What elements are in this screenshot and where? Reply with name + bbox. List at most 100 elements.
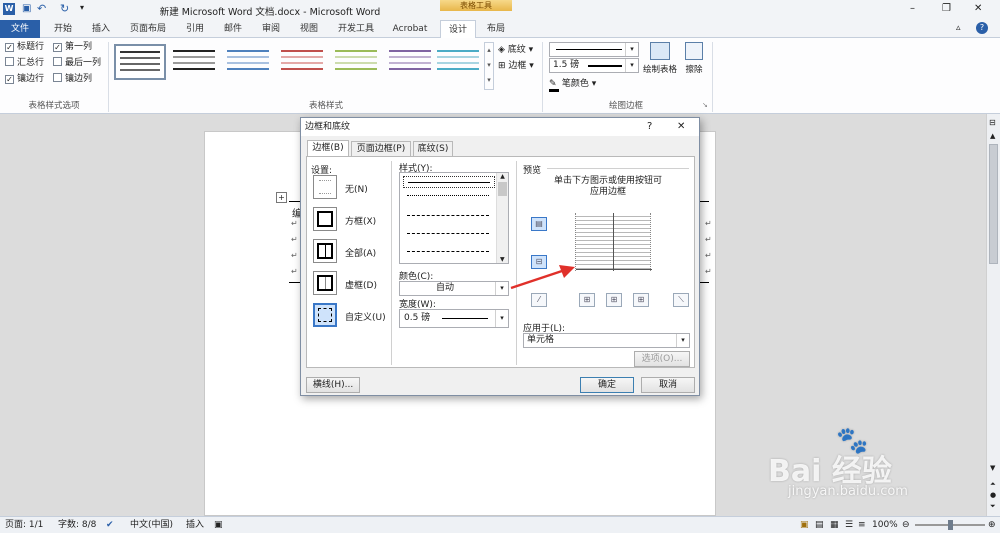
color-dropdown[interactable]: 自动 ▾ [399, 281, 509, 296]
print-layout-icon[interactable]: ▣ [800, 517, 809, 533]
scroll-down-icon[interactable]: ▼ [990, 464, 995, 472]
tab-view[interactable]: 视图 [290, 20, 328, 38]
pen-style-dropdown[interactable]: ▾ [549, 42, 639, 57]
line-style-solid[interactable] [403, 176, 495, 188]
line-style-dash-dot[interactable] [407, 251, 489, 252]
setting-box-button[interactable] [313, 207, 337, 231]
zoom-slider-thumb[interactable] [948, 520, 953, 530]
browse-object-icon[interactable]: ● [990, 491, 996, 499]
top-border-button[interactable]: ▤ [531, 217, 547, 231]
banded-rows-checkbox[interactable]: ✓ 镶边行 [5, 72, 44, 86]
tab-file[interactable]: 文件 [0, 20, 40, 38]
tab-review[interactable]: 审阅 [252, 20, 290, 38]
zoom-slider[interactable] [915, 520, 985, 530]
eraser-button[interactable]: 擦除 [681, 42, 707, 75]
line-style-dashed[interactable] [407, 233, 489, 234]
dialog-help-button[interactable]: ? [647, 118, 652, 136]
draw-table-button[interactable]: 绘制表格 [642, 42, 678, 75]
macro-record-icon[interactable]: ▣ [214, 517, 223, 533]
outline-icon[interactable]: ☰ [845, 517, 853, 533]
table-style-swatch-blue[interactable] [222, 44, 274, 80]
dialog-launcher-icon[interactable]: ↘ [702, 101, 708, 109]
width-dropdown[interactable]: 0.5 磅 ▾ [399, 309, 509, 328]
tab-page-layout[interactable]: 页面布局 [120, 20, 176, 38]
prev-page-icon[interactable]: ⏶ [990, 480, 996, 489]
horizontal-line-button[interactable]: 横线(H)... [306, 377, 360, 393]
setting-custom-button[interactable] [313, 303, 337, 327]
tab-home[interactable]: 开始 [44, 20, 82, 38]
tab-shading[interactable]: 底纹(S) [413, 141, 453, 156]
undo-icon[interactable]: ↶ [37, 2, 46, 15]
insert-mode[interactable]: 插入 [186, 517, 204, 533]
right-border-button[interactable]: ⊞ [633, 293, 649, 307]
options-button[interactable]: 选项(O)... [634, 351, 690, 367]
ruler-toggle-icon[interactable]: ⊟ [989, 118, 996, 127]
diagonal-border-button[interactable]: ⟍ [673, 293, 689, 307]
pen-color-button[interactable]: ✎ 笔颜色 ▾ [549, 76, 596, 92]
shading-button[interactable]: ◈ 底纹 ▾ [498, 42, 533, 55]
table-style-swatch-purple[interactable] [384, 44, 436, 80]
full-screen-reading-icon[interactable]: ▤ [815, 517, 824, 533]
quick-access-dropdown-icon[interactable]: ▾ [80, 3, 84, 12]
zoom-out-icon[interactable]: ⊖ [902, 517, 910, 533]
line-style-list[interactable]: ▲ ▼ [399, 172, 509, 264]
vertical-scrollbar[interactable]: ⊟ ▲ ▼ ⏶ ● ⏷ [986, 114, 1000, 516]
left-border-button[interactable]: ⊞ [579, 293, 595, 307]
tab-page-border[interactable]: 页面边框(P) [351, 141, 411, 156]
help-icon[interactable]: ? [976, 22, 988, 34]
setting-grid-button[interactable] [313, 271, 337, 295]
setting-all-button[interactable] [313, 239, 337, 263]
pen-weight-dropdown[interactable]: 1.5 磅 ▾ [549, 58, 639, 73]
tab-references[interactable]: 引用 [176, 20, 214, 38]
style-list-scrollbar[interactable]: ▲ ▼ [496, 173, 508, 263]
close-button[interactable]: ✕ [974, 3, 982, 14]
apply-to-dropdown[interactable]: 单元格 ▾ [523, 333, 690, 348]
paragraph-mark: ↵ [705, 251, 712, 260]
banded-columns-checkbox[interactable]: 镶边列 [53, 72, 92, 86]
header-row-checkbox[interactable]: ✓ 标题行 [5, 40, 44, 54]
tab-acrobat[interactable]: Acrobat [384, 20, 436, 38]
minimize-button[interactable]: – [910, 3, 915, 14]
zoom-level[interactable]: 100% [872, 517, 898, 533]
scroll-up-icon[interactable]: ▲ [990, 132, 995, 140]
table-style-swatch-aqua[interactable] [432, 44, 484, 80]
table-style-swatch-green[interactable] [330, 44, 382, 80]
first-column-checkbox[interactable]: ✓ 第一列 [53, 40, 92, 54]
tab-borders[interactable]: 边框(B) [307, 140, 349, 156]
spell-check-icon[interactable]: ✔ [106, 517, 114, 533]
tab-mailings[interactable]: 邮件 [214, 20, 252, 38]
restore-button[interactable]: ❐ [942, 3, 951, 14]
cancel-button[interactable]: 取消 [641, 377, 695, 393]
borders-button[interactable]: ⊞ 边框 ▾ [498, 58, 534, 71]
setting-none-button[interactable] [313, 175, 337, 199]
next-page-icon[interactable]: ⏷ [990, 502, 996, 511]
tab-developer[interactable]: 开发工具 [328, 20, 384, 38]
scroll-thumb[interactable] [989, 144, 998, 264]
ribbon-collapse-icon[interactable]: ▵ [956, 23, 961, 33]
ok-button[interactable]: 确定 [580, 377, 634, 393]
dialog-close-button[interactable]: ✕ [677, 118, 685, 136]
save-icon[interactable]: ▣ [22, 3, 31, 14]
total-row-checkbox[interactable]: 汇总行 [5, 56, 44, 70]
line-style-dashed-small[interactable] [407, 215, 489, 216]
page-count[interactable]: 页面: 1/1 [5, 517, 43, 533]
redo-icon[interactable]: ↻ [60, 2, 69, 15]
line-style-dotted[interactable] [407, 195, 489, 196]
table-style-swatch-red[interactable] [276, 44, 328, 80]
table-move-handle[interactable]: + [276, 192, 287, 203]
tab-design[interactable]: 设计 [440, 20, 476, 39]
table-style-swatch-grid[interactable] [114, 44, 166, 80]
word-count[interactable]: 字数: 8/8 [58, 517, 96, 533]
draft-icon[interactable]: ≡ [858, 517, 866, 533]
inside-vertical-border-button[interactable]: ⊞ [606, 293, 622, 307]
table-style-swatch-plain[interactable] [168, 44, 220, 80]
gallery-scroll[interactable]: ▴ ▾ ▾ [484, 42, 494, 90]
web-layout-icon[interactable]: ▦ [830, 517, 839, 533]
tab-insert[interactable]: 插入 [82, 20, 120, 38]
language[interactable]: 中文(中国) [130, 517, 173, 533]
preview-table[interactable] [575, 213, 652, 271]
zoom-in-icon[interactable]: ⊕ [988, 517, 996, 533]
tab-layout[interactable]: 布局 [478, 20, 514, 38]
bottom-border-button[interactable]: ⁄ [531, 293, 547, 307]
last-column-checkbox[interactable]: 最后一列 [53, 56, 101, 70]
